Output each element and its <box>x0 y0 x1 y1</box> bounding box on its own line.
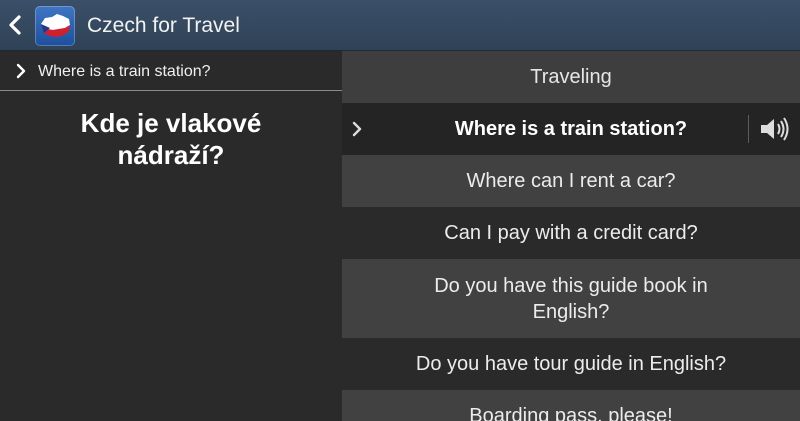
phrase-text-line-1: Do you have this guide book in <box>434 274 708 297</box>
phrase-row[interactable]: Boarding pass, please! <box>342 390 800 421</box>
divider <box>748 115 749 143</box>
czech-translation: Kde je vlakové nádraží? <box>0 107 342 171</box>
action-bar: Czech for Travel <box>0 0 800 51</box>
phrase-row[interactable]: Can I pay with a credit card? <box>342 207 800 259</box>
phrase-row[interactable]: Do you have tour guide in English? <box>342 338 800 390</box>
back-button[interactable] <box>6 13 26 37</box>
app-title: Czech for Travel <box>87 14 240 37</box>
chevron-left-icon <box>9 15 21 35</box>
phrase-row[interactable]: Where can I rent a car? <box>342 155 800 207</box>
detail-pane: Where is a train station? Kde je vlakové… <box>0 51 342 421</box>
chevron-right-icon <box>16 63 26 79</box>
chevron-right-icon <box>352 121 362 137</box>
translation-line-2: nádraží? <box>117 140 225 170</box>
phrase-text: Can I pay with a credit card? <box>444 222 698 244</box>
app-icon[interactable] <box>35 6 75 46</box>
breadcrumb-label: Where is a train station? <box>38 63 211 80</box>
phrase-text: Do you have tour guide in English? <box>415 353 727 375</box>
phrase-text: Where can I rent a car? <box>466 170 676 192</box>
phrase-text-line-2: English? <box>532 300 610 323</box>
phrase-row[interactable]: Do you have this guide book in English? <box>342 259 800 338</box>
phrase-row-selected[interactable]: Where is a train station? <box>342 103 800 155</box>
czech-flag-map-icon <box>41 14 70 37</box>
phrase-text: Where is a train station? <box>454 118 688 140</box>
category-header[interactable]: Traveling <box>342 51 800 103</box>
breadcrumb[interactable]: Where is a train station? <box>0 51 342 91</box>
speaker-icon <box>761 117 789 141</box>
phrase-text: Boarding pass, please! <box>469 405 673 421</box>
phrase-list-pane: Traveling Where is a train station? Wher… <box>342 51 800 421</box>
translation-line-1: Kde je vlakové <box>80 108 262 138</box>
play-audio-button[interactable] <box>758 115 790 143</box>
